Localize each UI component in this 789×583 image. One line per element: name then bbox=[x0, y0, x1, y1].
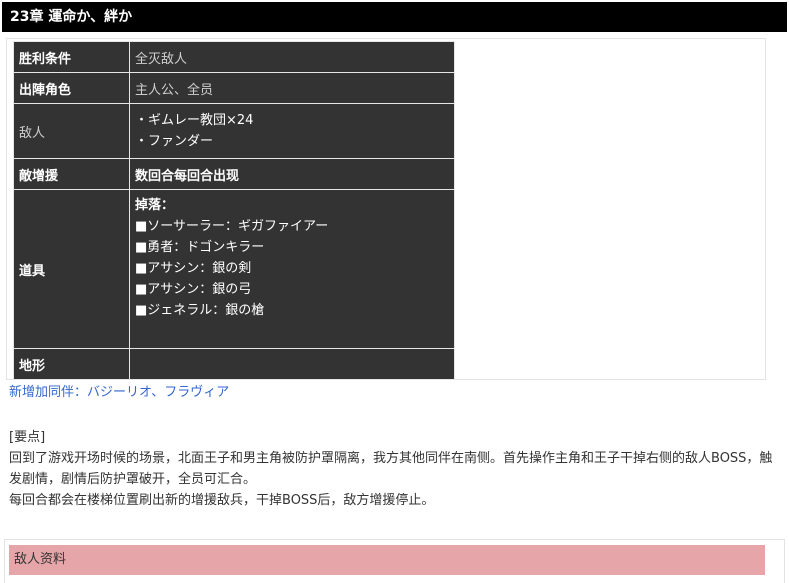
table-row-deploy: 出陣角色 主人公、全员 bbox=[13, 72, 455, 104]
deploy-value: 主人公、全员 bbox=[129, 72, 455, 104]
notes-paragraph: 回到了游戏开场时候的场景，北面王子和男主角被防护罩隔离，我方其他同伴在南侧。首先… bbox=[9, 451, 773, 487]
list-item: ■勇者：ドゴンキラー bbox=[135, 240, 265, 255]
notes-paragraph: 每回合都会在楼梯位置刷出新的增援敌兵，干掉BOSS后，敌方增援停止。 bbox=[9, 493, 435, 508]
table-row-enemy: 敌人 ・ギムレー教団×24 ・ファンダー bbox=[13, 103, 455, 159]
victory-label: 胜利条件 bbox=[13, 41, 130, 73]
list-item: ■アサシン：銀の剣 bbox=[135, 261, 252, 276]
strategy-notes: [要点] 回到了游戏开场时候的场景，北面王子和男主角被防护罩隔离，我方其他同伴在… bbox=[9, 427, 781, 511]
table-row-terrain: 地形 bbox=[13, 348, 455, 380]
new-allies-link[interactable]: 新增加同伴：バジーリオ、フラヴィア bbox=[9, 383, 229, 403]
list-item: ■ジェネラル：銀の槍 bbox=[135, 303, 265, 318]
enemy-label: 敌人 bbox=[13, 103, 130, 159]
list-item: ■アサシン：銀の弓 bbox=[135, 282, 252, 297]
chapter-info-table: 胜利条件 全灭敌人 出陣角色 主人公、全员 敌人 ・ギムレー教団×24 ・ファン… bbox=[13, 41, 455, 380]
table-row-items: 道具 掉落： ■ソーサーラー：ギガファイアー ■勇者：ドゴンキラー ■アサシン：… bbox=[13, 189, 455, 349]
items-label: 道具 bbox=[13, 189, 130, 349]
reinforce-value: 数回合每回合出现 bbox=[129, 158, 455, 190]
list-item: ■ソーサーラー：ギガファイアー bbox=[135, 219, 329, 234]
drop-heading: 掉落： bbox=[135, 198, 175, 213]
items-list: 掉落： ■ソーサーラー：ギガファイアー ■勇者：ドゴンキラー ■アサシン：銀の剣… bbox=[129, 189, 455, 349]
notes-heading: [要点] bbox=[9, 430, 46, 445]
table-row-victory: 胜利条件 全灭敌人 bbox=[13, 41, 455, 73]
list-item: ・ギムレー教団×24 bbox=[135, 113, 254, 128]
list-item: ・ファンダー bbox=[135, 134, 214, 149]
table-row-reinforce: 敵增援 数回合每回合出现 bbox=[13, 158, 455, 190]
deploy-label: 出陣角色 bbox=[13, 72, 130, 104]
enemy-list: ・ギムレー教団×24 ・ファンダー bbox=[129, 103, 455, 159]
enemy-data-section-header: 敌人资料 bbox=[9, 545, 765, 575]
victory-value: 全灭敌人 bbox=[129, 41, 455, 73]
terrain-value bbox=[129, 348, 455, 380]
terrain-label: 地形 bbox=[13, 348, 130, 380]
chapter-title: 23章 運命か、絆か bbox=[2, 2, 787, 32]
reinforce-label: 敵增援 bbox=[13, 158, 130, 190]
